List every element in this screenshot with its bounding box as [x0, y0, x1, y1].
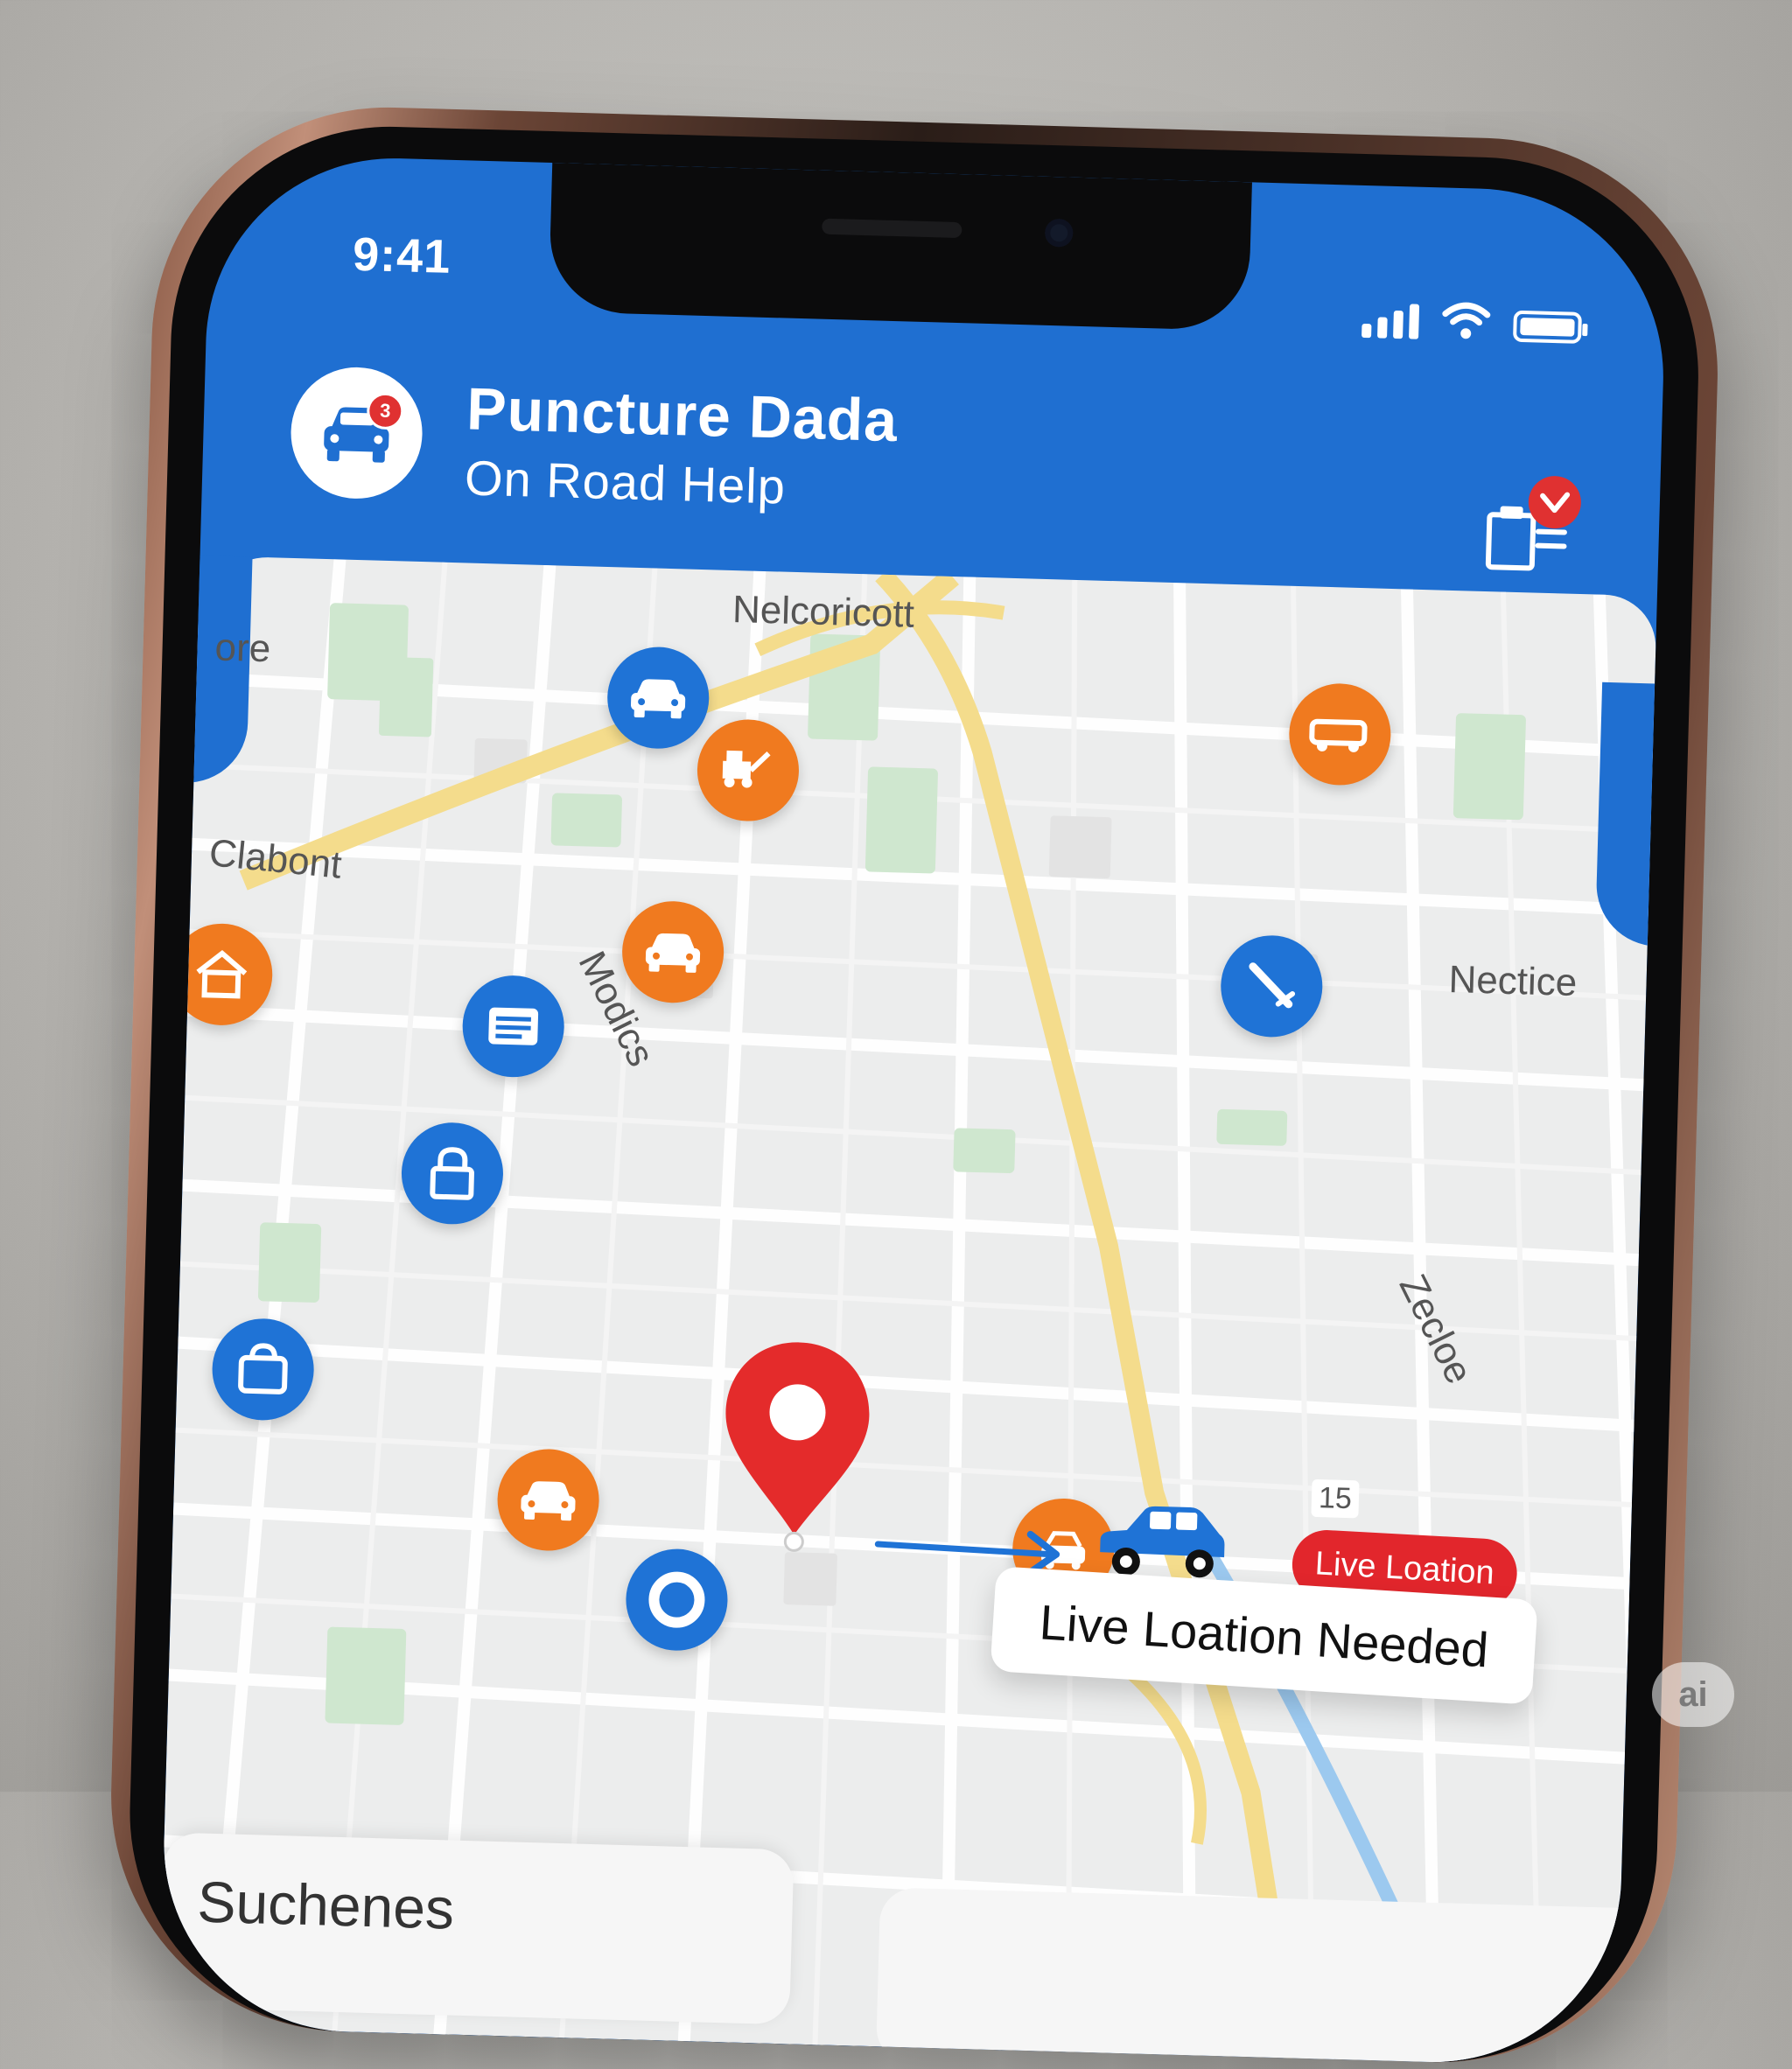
app-logo[interactable]: 3: [289, 365, 424, 500]
bottom-search-label: Suchenes: [196, 1869, 456, 1941]
car-front-icon: [521, 1481, 576, 1521]
current-location-pin-icon: [725, 1342, 870, 1552]
map-label-top: Nelcoricott: [732, 587, 915, 636]
wrench-icon: [1249, 962, 1296, 1009]
notch: [548, 163, 1252, 332]
lock-icon: [430, 1147, 474, 1200]
bag-icon: [238, 1343, 288, 1394]
requests-button[interactable]: [1483, 475, 1582, 577]
ai-watermark: ai: [1652, 1662, 1734, 1727]
tire-icon: [648, 1571, 705, 1628]
app-subtitle: On Road Help: [464, 450, 787, 514]
status-icons: [1362, 299, 1582, 344]
earpiece-speaker: [822, 218, 962, 239]
map-label-right: Nectice: [1447, 958, 1578, 1005]
notification-badge: 3: [366, 392, 404, 430]
phone-bezel: 9:41 3 Puncture Dada On Road Help Nelcor…: [123, 121, 1704, 2068]
phone-frame: 9:41 3 Puncture Dada On Road Help Nelcor…: [104, 101, 1725, 2069]
car-front-icon: [630, 679, 686, 719]
map-label-left-top: ore: [214, 626, 271, 671]
tow-truck-icon: [722, 750, 771, 788]
house-repair-icon: [196, 949, 248, 999]
app-screen: 9:41 3 Puncture Dada On Road Help Nelcor…: [158, 153, 1669, 2067]
header-curve-right: [1594, 682, 1669, 948]
status-time: 9:41: [352, 227, 452, 283]
wifi-icon: [1442, 302, 1491, 339]
battery-icon: [1512, 310, 1582, 344]
fuel-card-icon: [488, 1007, 539, 1045]
flatbed-tow-icon: [1309, 718, 1368, 752]
app-title: Puncture Dada: [466, 375, 900, 455]
bottom-card-secondary[interactable]: [875, 1887, 1669, 2067]
route-number-label: 15: [1311, 1478, 1360, 1519]
cellular-signal-icon: [1362, 299, 1420, 339]
front-camera: [1044, 218, 1074, 248]
bottom-search-card[interactable]: Suchenes: [159, 1832, 794, 2025]
check-badge-icon: [1528, 475, 1582, 530]
car-front-icon: [645, 933, 701, 973]
